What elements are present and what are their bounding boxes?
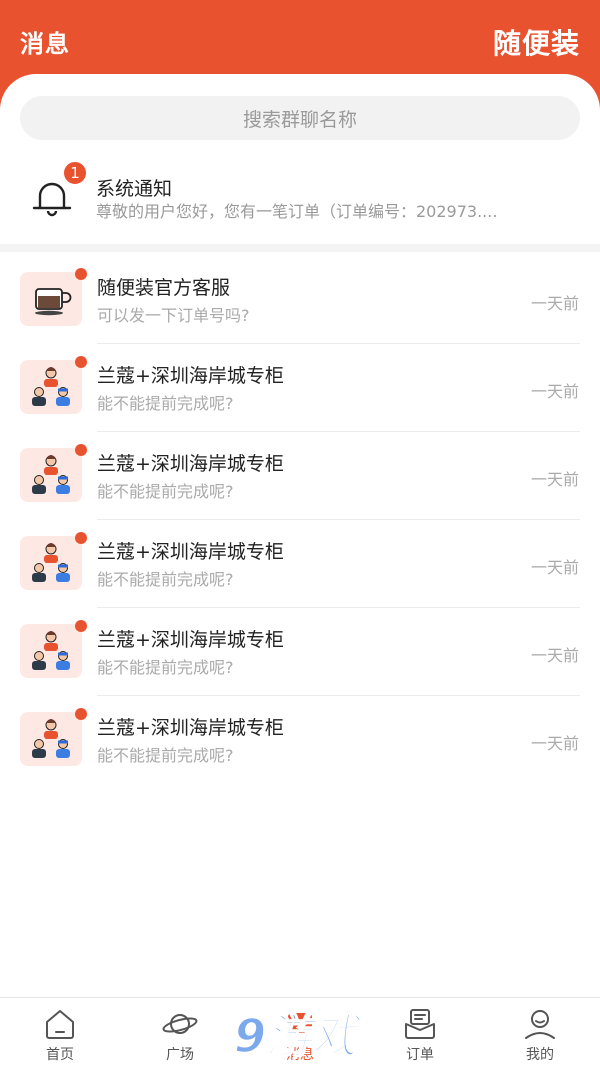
notice-preview: 尊敬的用户您好，您有一笔订单（订单编号：202973.... (96, 202, 498, 221)
tab-home-label: 首页 (46, 1047, 74, 1063)
conversation-name: 兰蔻+深圳海岸城专柜 (97, 541, 284, 563)
unread-dot (75, 268, 87, 280)
unread-dot (75, 356, 87, 368)
conversation-time: 一天前 (530, 558, 579, 577)
tab-messages[interactable]: 消息 (240, 998, 360, 1067)
conversation-preview: 能不能提前完成呢? (97, 482, 234, 501)
tab-profile[interactable]: 我的 (480, 998, 600, 1067)
conversation-preview: 能不能提前完成呢? (97, 746, 234, 765)
unread-dot (75, 532, 87, 544)
conversation-name: 兰蔻+深圳海岸城专柜 (97, 629, 284, 651)
search-input[interactable]: 搜索群聊名称 (20, 96, 580, 140)
conversation-preview: 能不能提前完成呢? (97, 658, 234, 677)
tab-home[interactable]: 首页 (0, 998, 120, 1067)
list-item[interactable]: 兰蔻+深圳海岸城专柜 能不能提前完成呢? 一天前 (0, 344, 600, 432)
list-item[interactable]: 兰蔻+深圳海岸城专柜 能不能提前完成呢? 一天前 (0, 608, 600, 696)
bottom-tab-bar: 首页 广场 消息 订单 我的 (0, 997, 600, 1067)
group-people-icon (20, 624, 82, 678)
conversation-name: 随便装官方客服 (97, 277, 231, 299)
system-notice-row[interactable]: 系统通知 尊敬的用户您好，您有一笔订单（订单编号：202973.... (0, 152, 600, 244)
conversation-name: 兰蔻+深圳海岸城专柜 (97, 453, 284, 475)
conversation-name: 兰蔻+深圳海岸城专柜 (97, 365, 284, 387)
tab-orders[interactable]: 订单 (360, 998, 480, 1067)
list-item[interactable]: 随便装官方客服 可以发一下订单号吗? 一天前 (0, 256, 600, 344)
conversation-time: 一天前 (530, 470, 579, 489)
group-people-icon (20, 712, 82, 766)
list-item[interactable]: 兰蔻+深圳海岸城专柜 能不能提前完成呢? 一天前 (0, 696, 600, 784)
tab-profile-label: 我的 (526, 1047, 554, 1063)
page-title: 消息 (20, 30, 70, 58)
notice-title: 系统通知 (96, 178, 173, 200)
order-icon (405, 1009, 435, 1039)
list-item[interactable]: 兰蔻+深圳海岸城专柜 能不能提前完成呢? 一天前 (0, 432, 600, 520)
unread-dot (75, 620, 87, 632)
group-people-icon (20, 536, 82, 590)
conversation-list: 随便装官方客服 可以发一下订单号吗? 一天前 兰蔻+深圳海岸城专柜 能不能提前完… (0, 256, 600, 784)
message-icon (288, 1013, 312, 1033)
conversation-preview: 能不能提前完成呢? (97, 394, 234, 413)
unread-count-badge: 1 (62, 160, 88, 186)
conversation-preview: 能不能提前完成呢? (97, 570, 234, 589)
unread-dot (75, 708, 87, 720)
tab-plaza-label: 广场 (166, 1047, 194, 1063)
unread-dot (75, 444, 87, 456)
conversation-preview: 可以发一下订单号吗? (97, 306, 250, 325)
profile-icon (525, 1010, 555, 1039)
conversation-name: 兰蔻+深圳海岸城专柜 (97, 717, 284, 739)
home-icon (46, 1010, 74, 1039)
list-item[interactable]: 兰蔻+深圳海岸城专柜 能不能提前完成呢? 一天前 (0, 520, 600, 608)
planet-icon (162, 1014, 198, 1034)
conversation-time: 一天前 (530, 382, 579, 401)
conversation-time: 一天前 (530, 734, 579, 753)
conversation-time: 一天前 (530, 646, 579, 665)
coffee-cup-icon (20, 272, 82, 326)
group-people-icon (20, 448, 82, 502)
brand-title: 随便装 (492, 27, 580, 60)
tab-plaza[interactable]: 广场 (120, 998, 240, 1067)
group-people-icon (20, 360, 82, 414)
tab-orders-label: 订单 (406, 1047, 434, 1063)
section-divider (0, 244, 600, 252)
conversation-time: 一天前 (530, 294, 579, 313)
tab-messages-label: 消息 (286, 1047, 314, 1063)
